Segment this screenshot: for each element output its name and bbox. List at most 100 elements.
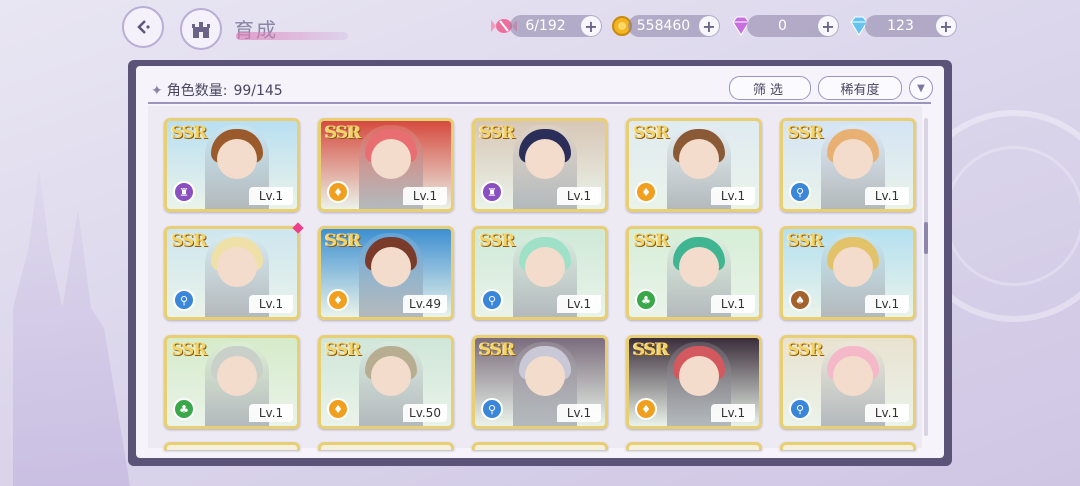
rarity-sort-button[interactable]: 稀有度 [818,76,902,100]
character-face [525,247,565,287]
candy-resource: 6/192 + [510,15,602,37]
level-label: Lv.1 [865,187,909,205]
scrollbar-track[interactable] [924,118,928,436]
rarity-badge: SSR [479,123,515,143]
character-card[interactable]: SSR ♦ Lv.1 [318,118,454,212]
character-face [833,356,873,396]
character-face [679,247,719,287]
rarity-badge: SSR [325,231,361,251]
rarity-badge: SSR [787,123,823,143]
character-card[interactable]: SSR ♦ Lv.50 [318,335,454,429]
level-label: Lv.1 [403,187,447,205]
level-label: Lv.1 [557,404,601,422]
background-castle [13,169,130,486]
level-label: Lv.1 [711,295,755,313]
green-attribute-icon: ♣ [635,289,657,311]
sort-order-button[interactable]: ▼ [909,76,933,100]
character-face [371,139,411,179]
chevron-down-icon: ▼ [917,82,925,94]
level-label: Lv.1 [557,187,601,205]
character-card[interactable]: SSR ♠ Lv.1 [780,226,916,320]
add-gold-button[interactable]: + [699,16,719,36]
character-card[interactable]: SSR ⚲ Lv.1 [780,335,916,429]
add-diamond-button[interactable]: + [936,16,956,36]
character-card[interactable]: SSR ♜ Lv.1 [472,118,608,212]
character-face [679,139,719,179]
purple-attribute-icon: ♜ [481,181,503,203]
level-label: Lv.1 [865,404,909,422]
candy-value: 6/192 [525,18,566,34]
character-card[interactable]: SSR ⚲ Lv.1 [472,335,608,429]
character-card-partial[interactable] [626,442,762,450]
orange-attribute-icon: ♦ [635,398,657,420]
character-face [679,356,719,396]
character-card[interactable]: SSR ⚲ Lv.1 [164,226,300,320]
count-label-text: 角色数量: [166,83,228,99]
character-face [833,139,873,179]
level-label: Lv.1 [249,295,293,313]
header-divider [148,102,931,104]
rarity-badge: SSR [171,123,207,143]
blue-attribute-icon: ⚲ [789,398,811,420]
filter-button[interactable]: 筛选 [729,76,811,100]
level-label: Lv.1 [249,187,293,205]
character-card[interactable]: SSR ♦ Lv.1 [626,335,762,429]
blue-attribute-icon: ⚲ [173,289,195,311]
level-label: Lv.1 [249,404,293,422]
character-card[interactable]: SSR ♦ Lv.1 [626,118,762,212]
green-attribute-icon: ♣ [173,398,195,420]
orange-attribute-icon: ♦ [635,181,657,203]
character-face [217,247,257,287]
home-button[interactable] [180,8,222,50]
level-label: Lv.1 [865,295,909,313]
orange-attribute-icon: ♦ [327,289,349,311]
character-face [371,247,411,287]
character-card[interactable]: SSR ⚲ Lv.1 [472,226,608,320]
character-card[interactable]: SSR ♣ Lv.1 [164,335,300,429]
rarity-badge: SSR [479,340,515,360]
rarity-badge: SSR [633,231,669,251]
character-count: ✦ 角色数量: 99/145 [151,80,283,100]
rarity-badge: SSR [633,123,669,143]
orange-attribute-icon: ♦ [327,181,349,203]
rarity-badge: SSR [787,231,823,251]
character-face [525,356,565,396]
sparkle-icon: ✦ [151,83,163,99]
blue-attribute-icon: ⚲ [789,181,811,203]
castle-home-icon [192,22,210,38]
character-card-partial[interactable] [164,442,300,450]
rarity-badge: SSR [633,340,669,360]
pink-gem-value: 0 [778,18,787,34]
title-decoration [236,32,348,40]
add-pink-gem-button[interactable]: + [818,16,838,36]
character-face [217,356,257,396]
purple-attribute-icon: ♜ [173,181,195,203]
character-face [217,139,257,179]
character-card[interactable]: SSR ♣ Lv.1 [626,226,762,320]
character-card[interactable]: SSR ⚲ Lv.1 [780,118,916,212]
rarity-badge: SSR [171,340,207,360]
rarity-badge: SSR [325,123,361,143]
rarity-badge: SSR [479,231,515,251]
rarity-badge: SSR [325,340,361,360]
back-arrow-icon [122,6,164,48]
diamond-resource: 123 + [865,15,957,37]
back-button[interactable] [121,6,165,48]
orange-attribute-icon: ♦ [327,398,349,420]
rarity-badge: SSR [787,340,823,360]
character-face [833,247,873,287]
scrollbar-thumb[interactable] [924,222,928,254]
level-label: Lv.49 [403,295,447,313]
character-card-partial[interactable] [318,442,454,450]
blue-attribute-icon: ⚲ [481,398,503,420]
character-card-partial[interactable] [472,442,608,450]
character-face [371,356,411,396]
character-card-partial[interactable] [780,442,916,450]
gold-resource: 558460 + [628,15,720,37]
character-card[interactable]: SSR ♦ Lv.49 [318,226,454,320]
rarity-badge: SSR [171,231,207,251]
add-candy-button[interactable]: + [581,16,601,36]
diamond-value: 123 [887,18,914,34]
level-label: Lv.50 [403,404,447,422]
character-card[interactable]: SSR ♜ Lv.1 [164,118,300,212]
